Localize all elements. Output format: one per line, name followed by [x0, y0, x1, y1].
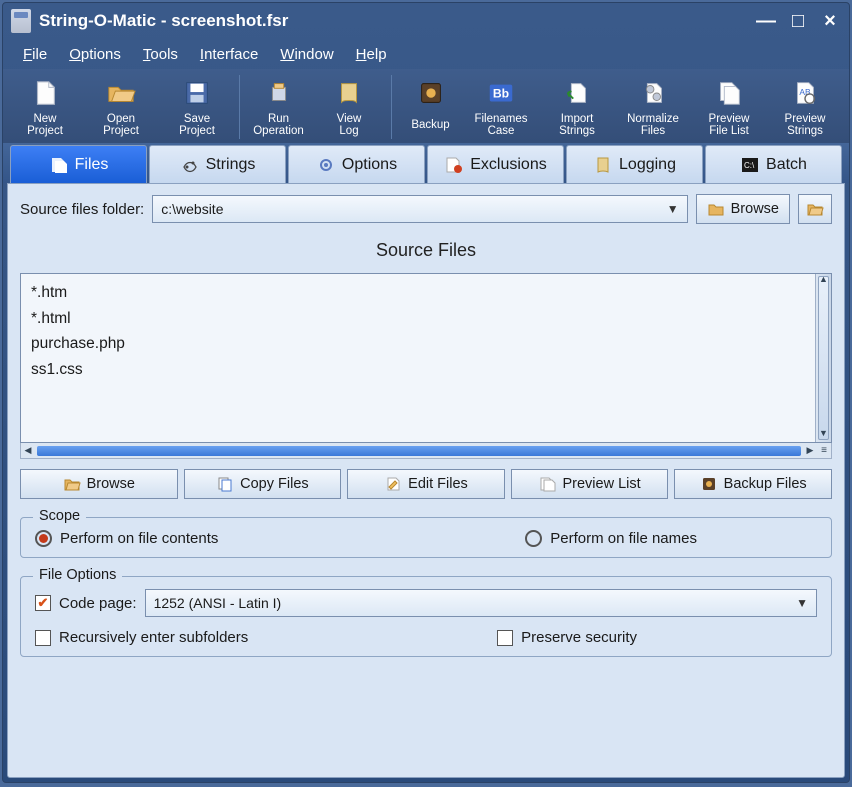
svg-text:C:\: C:\: [744, 161, 755, 170]
preview-filelist-icon: [713, 77, 745, 109]
log-icon: [333, 77, 365, 109]
tab-exclusions[interactable]: Exclusions: [427, 145, 564, 183]
tool-view-log[interactable]: View Log: [315, 75, 383, 139]
toolbar: New Project Open Project Save Project Ru…: [3, 69, 849, 143]
tabs: Files Strings Options Exclusions Logging…: [3, 143, 849, 183]
tool-filenames-case[interactable]: BbFilenames Case: [467, 75, 535, 139]
files-tab-icon: [49, 155, 69, 175]
minimize-button[interactable]: —: [755, 10, 777, 32]
preview-strings-icon: AB: [789, 77, 821, 109]
menubar: File Options Tools Interface Window Help: [3, 39, 849, 69]
folder-icon: [707, 200, 725, 218]
list-item[interactable]: purchase.php: [31, 331, 821, 357]
folder-icon: [63, 475, 81, 493]
svg-text:Bb: Bb: [493, 87, 509, 101]
options-tab-icon: [316, 155, 336, 175]
tab-strings[interactable]: Strings: [149, 145, 286, 183]
menu-options[interactable]: Options: [59, 44, 131, 65]
filenames-case-icon: Bb: [485, 77, 517, 109]
open-folder-icon: [806, 200, 824, 218]
app-icon: [11, 9, 31, 33]
main-panel: Source files folder: c:\website ▼ Browse…: [7, 183, 845, 778]
tab-files[interactable]: Files: [10, 145, 147, 183]
run-icon: [263, 77, 295, 109]
copy-files-button[interactable]: Copy Files: [184, 469, 342, 499]
preview-list-button[interactable]: Preview List: [511, 469, 669, 499]
source-folder-value: c:\website: [161, 201, 223, 217]
code-page-value: 1252 (ANSI - Latin I): [154, 595, 282, 611]
new-project-icon: [29, 77, 61, 109]
maximize-button[interactable]: □: [787, 10, 809, 32]
normalize-icon: [637, 77, 669, 109]
menu-help[interactable]: Help: [346, 44, 397, 65]
tool-save-project[interactable]: Save Project: [163, 75, 231, 139]
source-folder-label: Source files folder:: [20, 201, 144, 218]
vertical-scrollbar[interactable]: ▲▼: [815, 274, 831, 442]
import-icon: [561, 77, 593, 109]
browse-button[interactable]: Browse: [20, 469, 178, 499]
radio-file-contents[interactable]: Perform on file contents: [35, 530, 218, 547]
backup-files-button[interactable]: Backup Files: [674, 469, 832, 499]
chevron-down-icon: ▼: [667, 202, 679, 216]
backup-icon: [415, 77, 447, 109]
exclusions-tab-icon: [444, 155, 464, 175]
edit-icon: [384, 475, 402, 493]
list-item[interactable]: ss1.css: [31, 357, 821, 383]
tool-new-project[interactable]: New Project: [11, 75, 79, 139]
logging-tab-icon: [593, 155, 613, 175]
menu-window[interactable]: Window: [270, 44, 343, 65]
check-code-page[interactable]: ✔Code page:: [35, 595, 137, 612]
source-files-list[interactable]: *.htm*.htmlpurchase.phpss1.css ▲▼: [20, 273, 832, 443]
app-window: String-O-Matic - screenshot.fsr — □ × Fi…: [2, 2, 850, 783]
tool-preview-strings[interactable]: ABPreview Strings: [771, 75, 839, 139]
close-button[interactable]: ×: [819, 10, 841, 32]
preview-list-icon: [538, 475, 556, 493]
scope-group: Scope Perform on file contents Perform o…: [20, 517, 832, 558]
window-title: String-O-Matic - screenshot.fsr: [39, 11, 755, 31]
copy-icon: [216, 475, 234, 493]
list-item[interactable]: *.html: [31, 306, 821, 332]
source-files-heading: Source Files: [20, 240, 832, 261]
tool-import-strings[interactable]: Import Strings: [543, 75, 611, 139]
radio-file-names[interactable]: Perform on file names: [525, 530, 697, 547]
browse-folder-button[interactable]: Browse: [696, 194, 790, 224]
batch-tab-icon: C:\: [740, 155, 760, 175]
menu-tools[interactable]: Tools: [133, 44, 188, 65]
file-options-legend: File Options: [33, 567, 122, 583]
source-folder-combo[interactable]: c:\website ▼: [152, 195, 687, 223]
menu-interface[interactable]: Interface: [190, 44, 268, 65]
open-folder-button[interactable]: [798, 194, 832, 224]
tool-open-project[interactable]: Open Project: [87, 75, 155, 139]
strings-tab-icon: [180, 155, 200, 175]
check-recursive[interactable]: Recursively enter subfolders: [35, 629, 248, 646]
open-project-icon: [105, 77, 137, 109]
scope-legend: Scope: [33, 508, 86, 524]
save-icon: [181, 77, 213, 109]
tab-logging[interactable]: Logging: [566, 145, 703, 183]
file-options-group: File Options ✔Code page: 1252 (ANSI - La…: [20, 576, 832, 657]
tab-options[interactable]: Options: [288, 145, 425, 183]
edit-files-button[interactable]: Edit Files: [347, 469, 505, 499]
titlebar: String-O-Matic - screenshot.fsr — □ ×: [3, 3, 849, 39]
check-preserve-security[interactable]: Preserve security: [497, 629, 637, 646]
tool-normalize-files[interactable]: Normalize Files: [619, 75, 687, 139]
code-page-combo[interactable]: 1252 (ANSI - Latin I) ▼: [145, 589, 817, 617]
tool-run-operation[interactable]: Run Operation: [239, 75, 307, 139]
tab-batch[interactable]: C:\Batch: [705, 145, 842, 183]
menu-file[interactable]: File: [13, 44, 57, 65]
tool-backup[interactable]: Backup: [391, 75, 459, 139]
svg-text:AB: AB: [799, 87, 811, 97]
horizontal-scrollbar[interactable]: ◀▶≡: [20, 443, 832, 459]
chevron-down-icon: ▼: [796, 596, 808, 610]
list-item[interactable]: *.htm: [31, 280, 821, 306]
tool-preview-filelist[interactable]: Preview File List: [695, 75, 763, 139]
backup-icon: [700, 475, 718, 493]
